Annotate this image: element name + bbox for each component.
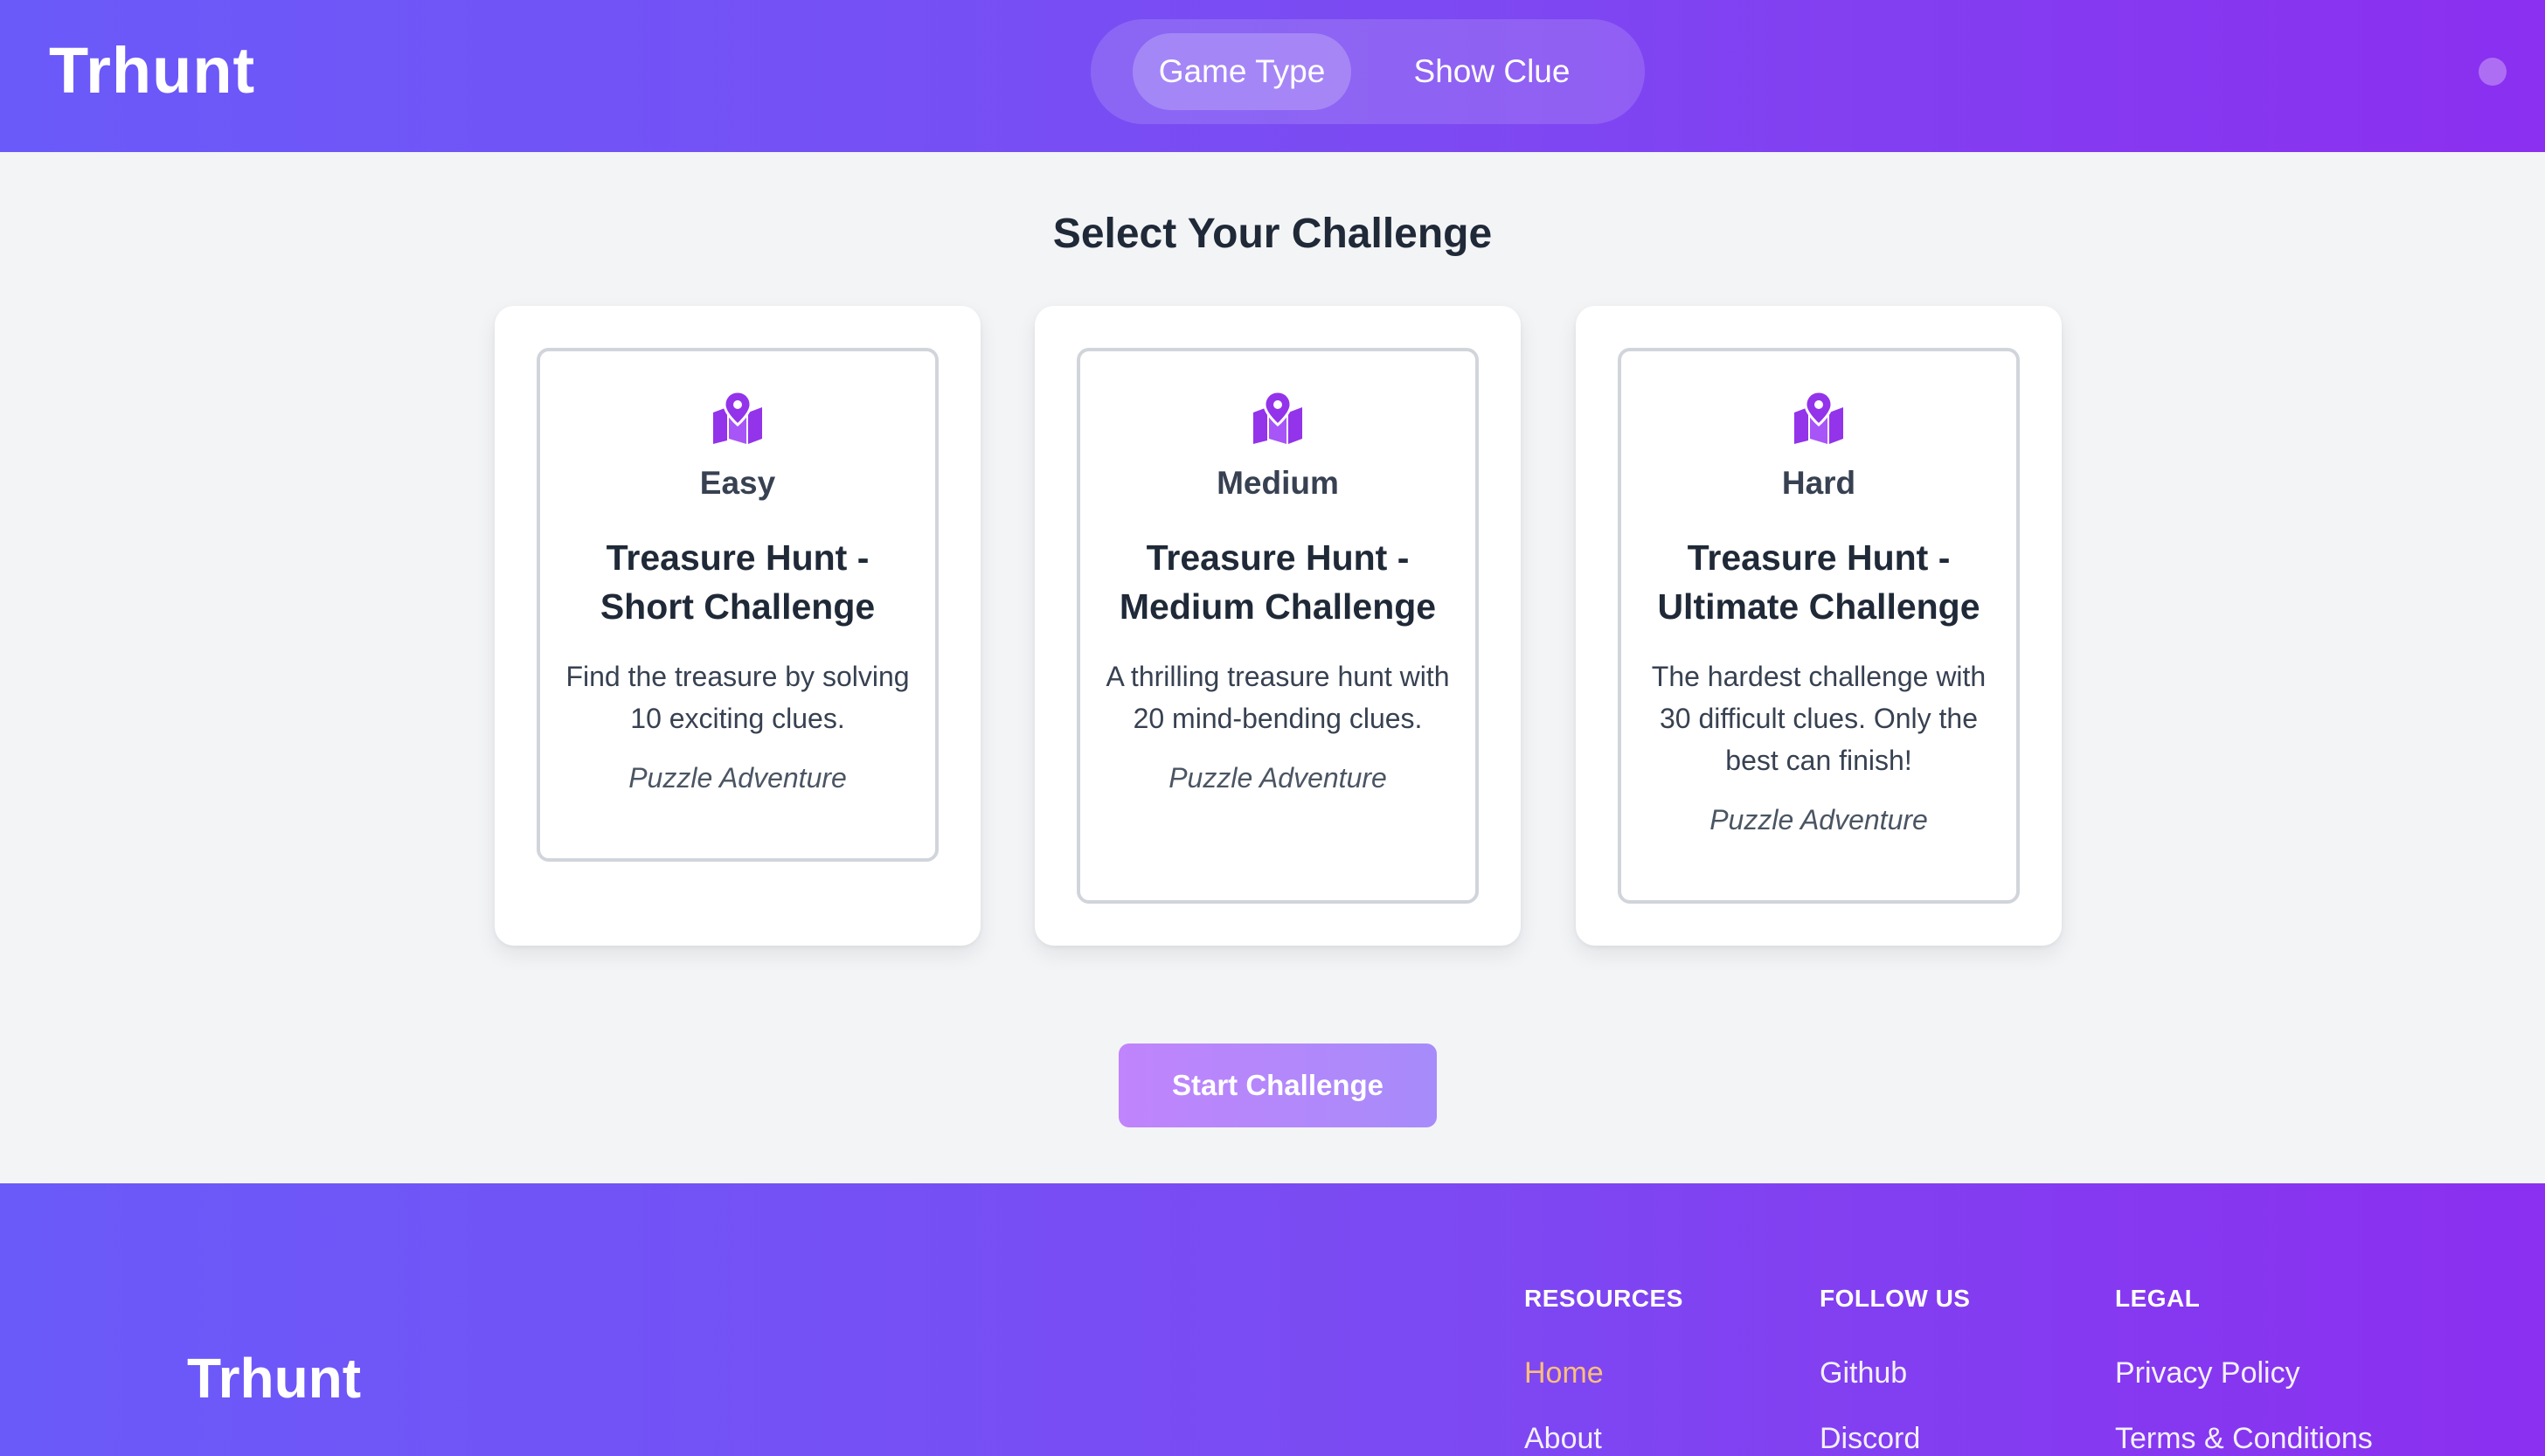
footer-column-heading: LEGAL xyxy=(2115,1285,2201,1312)
footer-link-terms-conditions[interactable]: Terms & Conditions xyxy=(2115,1422,2395,1456)
footer-column-resources: RESOURCES Home About xyxy=(1524,1285,1804,1456)
challenge-card-frame: Medium Treasure Hunt - Medium Challenge … xyxy=(1077,348,1479,904)
challenge-card-frame: Hard Treasure Hunt - Ultimate Challenge … xyxy=(1618,348,2020,904)
map-pin-icon xyxy=(713,392,762,444)
challenge-title: Treasure Hunt - Ultimate Challenge xyxy=(1657,537,1980,627)
footer-column-follow-us: FOLLOW US Github Discord xyxy=(1820,1285,2099,1456)
site-logo[interactable]: Trhunt xyxy=(49,33,255,107)
footer-link-privacy-policy[interactable]: Privacy Policy xyxy=(2115,1356,2395,1390)
footer-link-home[interactable]: Home xyxy=(1524,1356,1804,1390)
difficulty-label: Easy xyxy=(699,465,776,501)
map-pin-icon xyxy=(1794,392,1843,444)
footer-logo[interactable]: Trhunt xyxy=(187,1346,361,1411)
challenge-category: Puzzle Adventure xyxy=(1168,762,1387,794)
challenge-title: Treasure Hunt - Medium Challenge xyxy=(1119,537,1437,627)
top-nav-bar: Trhunt Game Type Show Clue xyxy=(0,0,2545,152)
challenge-category: Puzzle Adventure xyxy=(628,762,847,794)
page-title: Select Your Challenge xyxy=(1052,211,1493,257)
nav-game-type-button[interactable]: Game Type xyxy=(1133,33,1351,110)
difficulty-label: Hard xyxy=(1781,465,1856,501)
nav-toggle-group: Game Type Show Clue xyxy=(1091,19,1645,124)
challenge-description: A thrilling treasure hunt with 20 mind-b… xyxy=(1106,661,1450,734)
challenge-description: Find the treasure by solving 10 exciting… xyxy=(565,661,910,734)
challenge-card-easy[interactable]: Easy Treasure Hunt - Short Challenge Fin… xyxy=(495,306,981,946)
site-footer: Trhunt RESOURCES Home About FOLLOW US Gi… xyxy=(0,1183,2545,1456)
footer-link-discord[interactable]: Discord xyxy=(1820,1422,2099,1456)
challenge-card-frame: Easy Treasure Hunt - Short Challenge Fin… xyxy=(537,348,939,862)
footer-column-heading: RESOURCES xyxy=(1524,1285,1683,1312)
difficulty-label: Medium xyxy=(1217,465,1339,501)
challenge-description: The hardest challenge with 30 difficult … xyxy=(1651,661,1987,776)
challenge-category: Puzzle Adventure xyxy=(1709,804,1928,835)
avatar[interactable] xyxy=(2479,58,2507,86)
challenge-title: Treasure Hunt - Short Challenge xyxy=(600,537,876,627)
challenge-card-medium[interactable]: Medium Treasure Hunt - Medium Challenge … xyxy=(1035,306,1521,946)
footer-link-github[interactable]: Github xyxy=(1820,1356,2099,1390)
footer-column-heading: FOLLOW US xyxy=(1820,1285,1971,1312)
footer-column-legal: LEGAL Privacy Policy Terms & Conditions xyxy=(2115,1285,2395,1456)
challenge-card-hard[interactable]: Hard Treasure Hunt - Ultimate Challenge … xyxy=(1576,306,2062,946)
start-challenge-button[interactable]: Start Challenge xyxy=(1119,1043,1437,1127)
nav-show-clue-button[interactable]: Show Clue xyxy=(1383,33,1601,110)
map-pin-icon xyxy=(1253,392,1302,444)
footer-link-about[interactable]: About xyxy=(1524,1422,1804,1456)
